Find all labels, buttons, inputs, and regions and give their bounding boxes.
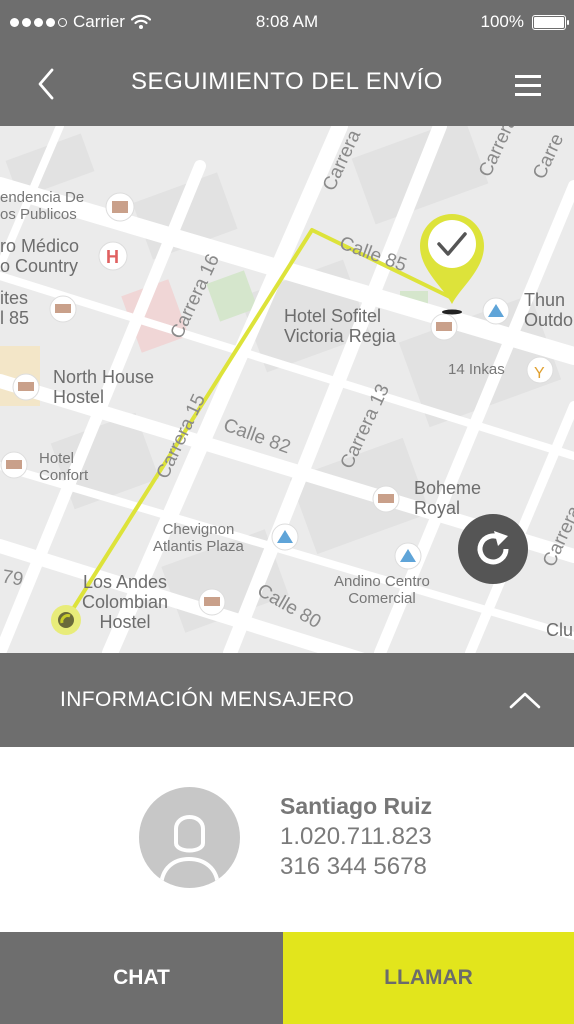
map-place-label: ites l 85: [0, 288, 30, 329]
map-place-label: 14 Inkas: [448, 361, 505, 378]
courier-info-header[interactable]: INFORMACIÓN MENSAJERO: [0, 653, 574, 747]
map-place-label: Thun Outdo: [524, 290, 574, 331]
app-header: Carrier 8:08 AM 100% SEGUIMIENTO DEL ENV…: [0, 0, 574, 126]
battery-percent: 100%: [480, 12, 524, 31]
call-button-label: LLAMAR: [384, 966, 473, 989]
map-place-label: Hotel Sofitel Victoria Regia: [284, 306, 396, 347]
refresh-button[interactable]: [458, 514, 528, 584]
map-place-label: Andino Centro Comercial: [334, 573, 430, 607]
hamburger-menu-icon: [515, 75, 541, 96]
courier-name: Santiago Ruiz: [280, 793, 433, 819]
location-dot-icon: [51, 605, 81, 635]
map-place-label: North House Hostel: [53, 367, 155, 408]
user-avatar-icon: [139, 787, 240, 888]
nav-bar: SEGUIMIENTO DEL ENVÍO: [0, 46, 574, 126]
tracking-map[interactable]: H Y endencia De os Publicos ro Médico o …: [0, 126, 574, 653]
section-title: INFORMACIÓN MENSAJERO: [60, 688, 355, 711]
status-bar: Carrier 8:08 AM 100%: [0, 0, 574, 46]
page-title: SEGUIMIENTO DEL ENVÍO: [131, 68, 443, 95]
map-place-label: Clu: [546, 620, 574, 640]
map-place-label: ro Médico o Country: [0, 236, 80, 277]
courier-id: 1.020.711.823: [280, 823, 432, 850]
menu-button[interactable]: [508, 68, 548, 104]
chevron-up-icon: [509, 692, 541, 709]
courier-phone[interactable]: 316 344 5678: [280, 853, 427, 881]
map-place-label: Hotel Confort: [39, 450, 89, 484]
status-right: 100%: [480, 12, 569, 32]
chat-button-label: CHAT: [113, 966, 170, 989]
svg-text:Y: Y: [534, 365, 545, 382]
map-place-label: Los Andes Colombian Hostel: [82, 572, 169, 633]
collapse-toggle[interactable]: [506, 683, 544, 717]
checkmark-pin-icon[interactable]: [414, 210, 490, 316]
map-place-label: endencia De os Publicos: [0, 189, 85, 223]
courier-card: Santiago Ruiz 1.020.711.823 316 344 5678: [0, 747, 574, 932]
map-place-label: Chevignon Atlantis Plaza: [153, 521, 244, 555]
map-place-label: Boheme Royal: [414, 478, 482, 519]
svg-text:H: H: [106, 247, 119, 267]
chat-button[interactable]: CHAT: [0, 932, 283, 1024]
call-button[interactable]: LLAMAR: [283, 932, 574, 1024]
map-street-label: 79: [0, 566, 25, 591]
refresh-icon: [477, 531, 509, 565]
battery-icon: [532, 14, 569, 30]
